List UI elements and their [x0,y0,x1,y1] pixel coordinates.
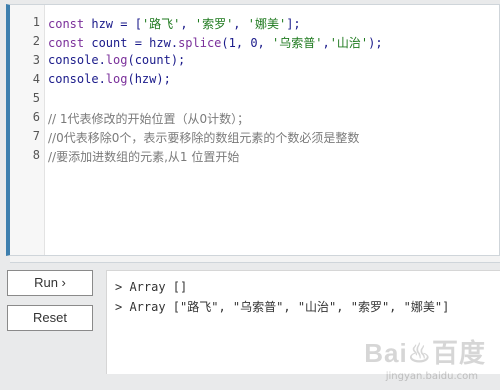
watermark-url: jingyan.baidu.com [385,371,478,382]
code-token: , [180,17,195,31]
code-line[interactable]: // 1代表修改的开始位置（从0计数）； [48,110,249,127]
code-token: count = hzw. [91,36,179,50]
code-string: '山治' [329,36,369,50]
code-token: ]; [286,17,301,31]
line-number: 4 [32,72,40,86]
code-string: '索罗' [194,17,234,31]
code-token: console. [48,72,106,86]
code-string: '乌索普' [272,36,323,50]
line-number: 5 [32,91,40,105]
code-line[interactable]: console.log(count); [48,53,185,67]
code-line[interactable]: const hzw = ['路飞', '索罗', '娜美']; [48,15,301,32]
console-line: > Array [] [115,280,188,294]
code-token: console. [48,53,106,67]
line-number: 3 [32,53,40,67]
code-token: , [233,17,248,31]
code-token: , [322,36,330,50]
code-string: '路飞' [141,17,181,31]
line-number-gutter: 1 2 3 4 5 6 7 8 [10,5,45,255]
editor-horizontal-scrollbar[interactable] [10,256,500,263]
line-number: 7 [32,129,40,143]
code-token: (hzw); [127,72,171,86]
code-string: '娜美' [247,17,287,31]
line-number: 6 [32,110,40,124]
reset-button[interactable]: Reset [7,305,93,331]
code-token: (count); [127,53,186,67]
code-token: hzw = [ [91,17,142,31]
code-keyword: log [105,53,128,67]
code-line[interactable]: //0代表移除0个，表示要移除的数组元素的个数必须是整数 [48,129,359,146]
code-token: ); [368,36,383,50]
console-line: > Array ["路飞", "乌索普", "山治", "索罗", "娜美"] [115,300,450,314]
code-comment: //要添加进数组的元素,从1 位置开始 [48,150,240,164]
code-line[interactable]: //要添加进数组的元素,从1 位置开始 [48,148,239,165]
code-comment: //0代表移除0个，表示要移除的数组元素的个数必须是整数 [48,131,360,145]
code-editor[interactable]: 1 2 3 4 5 6 7 8 const hzw = ['路飞', '索罗', '娜美'];… [6,4,500,256]
code-token: (1, 0, [221,36,272,50]
code-keyword: const [48,36,92,50]
code-comment: // 1代表修改的开始位置（从0计数）； [48,112,250,126]
code-keyword: const [48,17,92,31]
code-line[interactable]: console.log(hzw); [48,72,171,86]
code-keyword: splice [178,36,222,50]
code-line[interactable]: const count = hzw.splice(1, 0, '乌索普','山治… [48,34,383,51]
line-number: 1 [32,15,40,29]
code-keyword: log [105,72,128,86]
line-number: 8 [32,148,40,162]
watermark-logo: Bai♨百度 [364,338,486,368]
run-button[interactable]: Run › [7,270,93,296]
line-number: 2 [32,34,40,48]
